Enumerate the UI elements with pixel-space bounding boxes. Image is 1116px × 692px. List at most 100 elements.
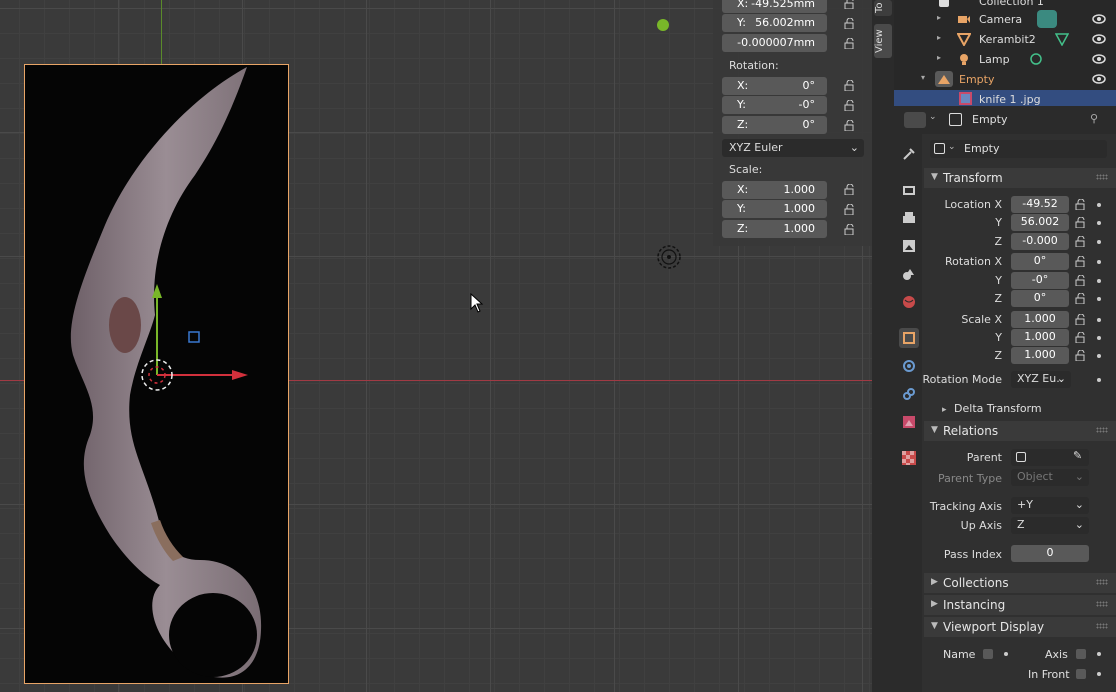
eye-icon[interactable]: [1092, 74, 1106, 87]
eyedropper-icon[interactable]: ✎: [1073, 449, 1082, 462]
lock-icon[interactable]: [844, 80, 856, 91]
rotation-x-field[interactable]: X: 0°: [722, 77, 827, 95]
keyframe-dot-icon[interactable]: [1097, 378, 1101, 382]
texture-tab-icon[interactable]: [899, 448, 919, 468]
keyframe-dot-icon[interactable]: [1097, 279, 1101, 283]
location-z-field[interactable]: -0.000007mm: [722, 34, 827, 52]
lock-icon[interactable]: [1075, 235, 1089, 250]
lock-icon[interactable]: [1075, 216, 1089, 231]
location-x-input[interactable]: -49.52: [1011, 196, 1069, 213]
lock-icon[interactable]: [844, 120, 856, 131]
scale-y-field[interactable]: Y: 1.000: [722, 200, 827, 218]
object-name-field[interactable]: ⌄ Empty: [930, 140, 1107, 158]
location-z-input[interactable]: -0.000: [1011, 233, 1069, 250]
viewport-display-panel-header[interactable]: ▼ Viewport Display: [924, 617, 1116, 637]
rotation-mode-select[interactable]: XYZ Euler ⌄: [722, 139, 864, 157]
lamp-origin-dot[interactable]: [657, 19, 669, 31]
drag-handle-icon[interactable]: [1096, 174, 1108, 180]
rotation-y-field[interactable]: Y: -0°: [722, 96, 827, 114]
physics-tab-icon[interactable]: [899, 356, 919, 376]
tool-tab-icon[interactable]: [899, 144, 919, 164]
lock-icon[interactable]: [844, 224, 856, 235]
lock-icon[interactable]: [844, 38, 856, 49]
keyframe-dot-icon[interactable]: [1097, 336, 1101, 340]
name-display-checkbox[interactable]: [983, 649, 993, 659]
3d-cursor[interactable]: [656, 244, 682, 270]
drag-handle-icon[interactable]: [1096, 623, 1108, 629]
keyframe-dot-icon[interactable]: [1097, 318, 1101, 322]
keyframe-dot-icon[interactable]: [1097, 652, 1101, 656]
scale-z-field[interactable]: Z: 1.000: [722, 220, 827, 238]
editor-type-button[interactable]: [904, 112, 926, 128]
location-x-field[interactable]: X: -49.525mm: [722, 0, 827, 13]
eye-icon[interactable]: [1092, 34, 1106, 47]
camera-data-icon[interactable]: [1037, 10, 1057, 28]
output-tab-icon[interactable]: [899, 208, 919, 228]
parent-field[interactable]: ✎: [1011, 449, 1089, 466]
keyframe-dot-icon[interactable]: [1004, 652, 1008, 656]
object-tab-icon[interactable]: [899, 328, 919, 348]
lock-icon[interactable]: [844, 204, 856, 215]
mesh-data-icon[interactable]: [1054, 32, 1070, 49]
lock-icon[interactable]: [844, 100, 856, 111]
world-tab-icon[interactable]: [899, 292, 919, 312]
data-tab-icon[interactable]: [899, 412, 919, 432]
keyframe-dot-icon[interactable]: [1097, 297, 1101, 301]
lock-icon[interactable]: [1075, 255, 1089, 270]
location-y-input[interactable]: 56.002: [1011, 214, 1069, 231]
collections-panel-header[interactable]: ▶ Collections: [924, 573, 1116, 593]
parent-type-dropdown[interactable]: Object ⌄: [1011, 469, 1089, 486]
eye-icon[interactable]: [1092, 14, 1106, 27]
view-layer-tab-icon[interactable]: [899, 236, 919, 256]
lock-icon[interactable]: [1075, 198, 1089, 213]
in-front-checkbox[interactable]: [1076, 669, 1086, 679]
lock-icon[interactable]: [844, 18, 856, 29]
scale-x-input[interactable]: 1.000: [1011, 311, 1069, 328]
lock-icon[interactable]: [1075, 292, 1089, 307]
scale-z-input[interactable]: 1.000: [1011, 347, 1069, 364]
lock-icon[interactable]: [1075, 349, 1089, 364]
constraints-tab-icon[interactable]: [899, 384, 919, 404]
tab-view[interactable]: View: [874, 24, 892, 58]
lock-icon[interactable]: [844, 184, 856, 195]
tab-tool[interactable]: To: [874, 0, 892, 16]
scale-y-input[interactable]: 1.000: [1011, 329, 1069, 346]
lock-icon[interactable]: [1075, 313, 1089, 328]
outliner-row-camera[interactable]: ▸ Camera: [894, 10, 1116, 30]
transform-panel-header[interactable]: ▼ Transform: [924, 168, 1116, 188]
keyframe-dot-icon[interactable]: [1097, 354, 1101, 358]
pin-icon[interactable]: ⚲: [1090, 112, 1098, 125]
eye-icon[interactable]: [1092, 54, 1106, 67]
relations-panel-header[interactable]: ▼ Relations: [924, 421, 1116, 441]
keyframe-dot-icon[interactable]: [1097, 260, 1101, 264]
instancing-panel-header[interactable]: ▶ Instancing: [924, 595, 1116, 615]
rotation-z-field[interactable]: Z: 0°: [722, 116, 827, 134]
render-tab-icon[interactable]: [899, 180, 919, 200]
outliner-row-empty[interactable]: ▾ Empty: [894, 70, 1116, 90]
rotation-mode-dropdown[interactable]: XYZ Eu.. ⌄: [1011, 371, 1071, 388]
tracking-axis-dropdown[interactable]: +Y ⌄: [1011, 497, 1089, 514]
scene-tab-icon[interactable]: [899, 264, 919, 284]
rotation-z-input[interactable]: 0°: [1011, 290, 1069, 307]
up-axis-dropdown[interactable]: Z ⌄: [1011, 517, 1089, 534]
keyframe-dot-icon[interactable]: [1097, 672, 1101, 676]
scale-x-field[interactable]: X: 1.000: [722, 181, 827, 199]
keyframe-dot-icon[interactable]: [1097, 221, 1101, 225]
drag-handle-icon[interactable]: [1096, 579, 1108, 585]
rotation-x-input[interactable]: 0°: [1011, 253, 1069, 270]
transform-gizmo[interactable]: [140, 280, 260, 395]
keyframe-dot-icon[interactable]: [1097, 240, 1101, 244]
drag-handle-icon[interactable]: [1096, 427, 1108, 433]
delta-transform-subpanel[interactable]: ▸ Delta Transform: [942, 402, 1042, 415]
lock-icon[interactable]: [844, 0, 856, 9]
light-data-icon[interactable]: [1029, 52, 1043, 69]
lock-icon[interactable]: [1075, 331, 1089, 346]
outliner-row-kerambit2[interactable]: ▸ Kerambit2: [894, 30, 1116, 50]
outliner-row-lamp[interactable]: ▸ Lamp: [894, 50, 1116, 70]
keyframe-dot-icon[interactable]: [1097, 203, 1101, 207]
drag-handle-icon[interactable]: [1096, 601, 1108, 607]
lock-icon[interactable]: [1075, 274, 1089, 289]
pass-index-input[interactable]: 0: [1011, 545, 1089, 562]
location-y-field[interactable]: Y: 56.002mm: [722, 14, 827, 32]
rotation-y-input[interactable]: -0°: [1011, 272, 1069, 289]
